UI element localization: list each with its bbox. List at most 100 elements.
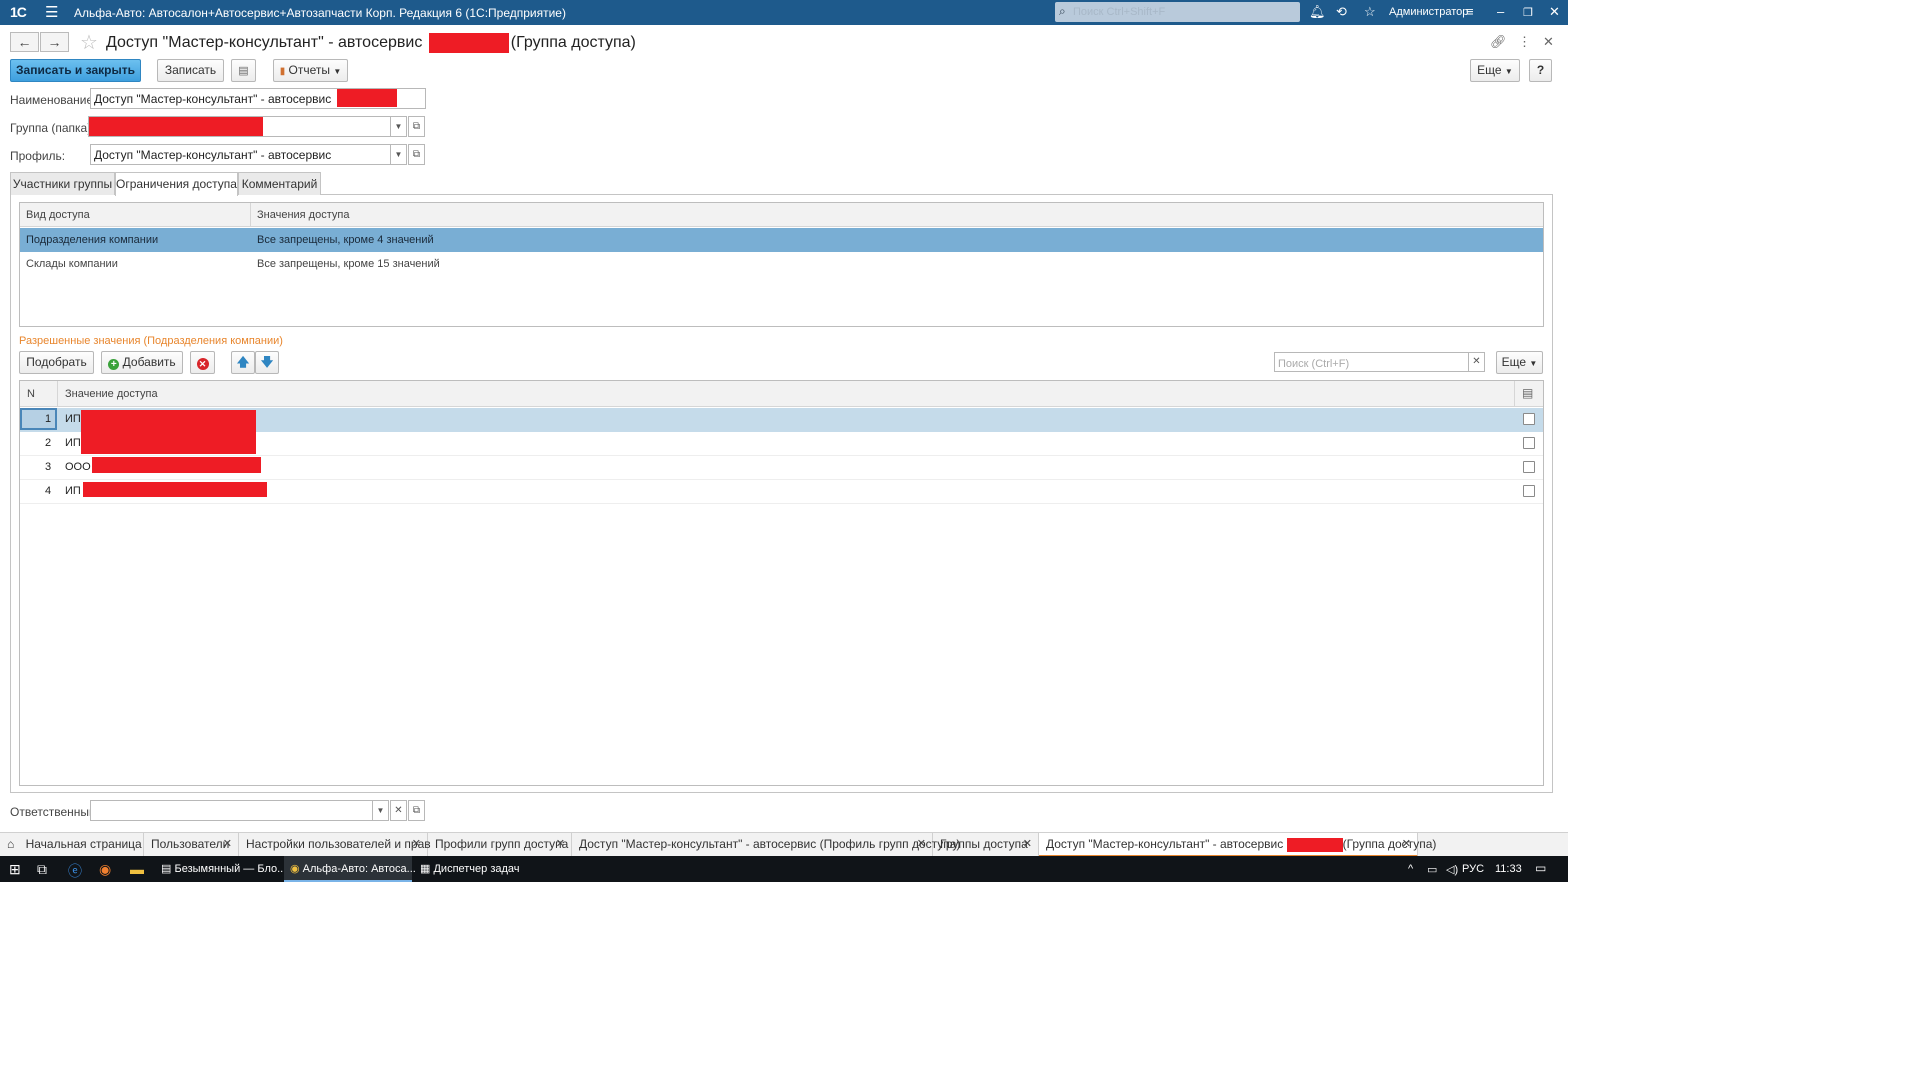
clear-search-button[interactable]: ✕	[1468, 352, 1485, 372]
profile-field[interactable]: Доступ "Мастер-консультант" - автосервис	[90, 144, 391, 165]
responsible-open-button[interactable]: ⧉	[408, 800, 425, 821]
open-tab-label: Группы доступа	[940, 837, 1028, 851]
profile-open-button[interactable]: ⧉	[408, 144, 425, 165]
link-icon[interactable]: 🔗︎	[1490, 34, 1507, 50]
row-number-cell-focused	[20, 408, 57, 430]
table-row[interactable]: Склады компании Все запрещены, кроме 15 …	[20, 252, 1543, 276]
table-header: Вид доступа Значения доступа	[20, 203, 1543, 227]
delete-icon: ✕	[196, 358, 209, 370]
group-open-button[interactable]: ⧉	[408, 116, 425, 137]
row-checkbox[interactable]	[1523, 485, 1535, 497]
open-tab-users[interactable]: Пользователи ✕	[144, 833, 239, 857]
main-menu-icon[interactable]: ☰	[45, 3, 58, 21]
network-icon[interactable]: ▭	[1427, 863, 1437, 876]
column-header-n[interactable]: N	[27, 388, 35, 400]
taskbar-app-label: Безымянный — Бло...	[174, 863, 287, 875]
chevron-down-icon: ▼	[1529, 359, 1538, 368]
tab-access-restrictions[interactable]: Ограничения доступа	[115, 172, 238, 196]
global-search-input[interactable]: ⌕ Поиск Ctrl+Shift+F	[1055, 2, 1300, 22]
responsible-dropdown-button[interactable]: ▼	[372, 800, 389, 821]
close-window-icon[interactable]: ✕	[1549, 4, 1560, 20]
windows-start-icon[interactable]: ⊞	[9, 861, 21, 878]
bell-icon[interactable]: 🔔︎	[1309, 4, 1326, 20]
group-dropdown-button[interactable]: ▼	[390, 116, 407, 137]
column-header-access-value[interactable]: Значение доступа	[65, 388, 158, 400]
close-tab-icon[interactable]: ✕	[223, 833, 232, 856]
close-tab-icon[interactable]: ✕	[1023, 833, 1032, 856]
restore-icon[interactable]: ❐	[1523, 6, 1533, 19]
forward-button[interactable]: →	[40, 32, 69, 52]
search-icon: ⌕	[1059, 4, 1066, 18]
delete-button[interactable]: ✕	[190, 351, 215, 374]
tab-comment[interactable]: Комментарий	[238, 172, 321, 195]
save-and-close-button[interactable]: Записать и закрыть	[10, 59, 141, 82]
table-row[interactable]: Подразделения компании Все запрещены, кр…	[20, 228, 1543, 252]
settings-menu-icon[interactable]: ≡	[1466, 4, 1474, 19]
language-indicator[interactable]: РУС	[1462, 856, 1484, 882]
column-header-access-kind[interactable]: Вид доступа	[26, 209, 90, 221]
taskbar-app-1c[interactable]: ◉ Альфа-Авто: Автоса...	[284, 856, 416, 882]
back-button[interactable]: ←	[10, 32, 39, 52]
favorite-star-icon[interactable]: ☆	[80, 30, 98, 55]
column-header-access-values[interactable]: Значения доступа	[257, 209, 349, 221]
clear-icon: ✕	[394, 805, 403, 816]
open-tab-home[interactable]: ⌂ Начальная страница	[0, 833, 144, 857]
open-tab-profile-master[interactable]: Доступ "Мастер-консультант" - автосервис…	[572, 833, 960, 857]
access-values-cell: Все запрещены, кроме 4 значений	[257, 234, 434, 246]
tray-chevron-up-icon[interactable]: ^	[1408, 863, 1413, 875]
help-button[interactable]: ?	[1529, 59, 1552, 82]
taskbar-app-task-manager[interactable]: ▦ Диспетчер задач	[414, 856, 542, 882]
row-checkbox[interactable]	[1523, 413, 1535, 425]
clock[interactable]: 11:33	[1495, 856, 1522, 882]
tab-group-members[interactable]: Участники группы	[10, 172, 115, 195]
close-tab-icon[interactable]: ✕	[917, 833, 926, 856]
star-icon[interactable]: ☆	[1364, 4, 1376, 20]
explorer-folder-icon[interactable]: ▬	[130, 861, 144, 877]
access-kind-cell: Подразделения компании	[26, 234, 159, 246]
page-title-prefix: Доступ "Мастер-консультант" - автосервис	[106, 34, 423, 52]
allowed-more-button[interactable]: Еще ▼	[1496, 351, 1543, 374]
open-tab-access-profiles[interactable]: Профили групп доступа ✕	[428, 833, 572, 857]
notifications-icon[interactable]: ▭	[1535, 861, 1546, 875]
name-field[interactable]: Доступ "Мастер-консультант" - автосервис	[90, 88, 426, 109]
move-down-button[interactable]: 🡇	[255, 351, 279, 374]
global-search-placeholder: Поиск Ctrl+Shift+F	[1073, 6, 1166, 18]
save-button[interactable]: Записать	[157, 59, 224, 82]
row-checkbox[interactable]	[1523, 461, 1535, 473]
redaction	[89, 117, 263, 136]
redaction	[81, 410, 256, 454]
column-settings-icon[interactable]: ▤	[1522, 386, 1533, 400]
open-tab-label: Профили групп доступа	[435, 837, 569, 851]
minimize-icon[interactable]: –	[1497, 4, 1504, 19]
open-tab-user-settings[interactable]: Настройки пользователей и прав ✕	[239, 833, 431, 857]
firefox-icon[interactable]: ◉	[99, 861, 111, 878]
more-button[interactable]: Еще ▼	[1470, 59, 1520, 82]
history-icon[interactable]: ⟲	[1336, 4, 1347, 20]
profile-value: Доступ "Мастер-консультант" - автосервис	[94, 148, 332, 162]
responsible-clear-button[interactable]: ✕	[390, 800, 407, 821]
row-checkbox[interactable]	[1523, 437, 1535, 449]
reports-button[interactable]: ▮ Отчеты ▼	[273, 59, 348, 82]
user-name[interactable]: Администратор	[1389, 6, 1468, 18]
allowed-search-input[interactable]: Поиск (Ctrl+F)	[1274, 352, 1469, 372]
add-button[interactable]: + Добавить	[101, 351, 183, 374]
profile-dropdown-button[interactable]: ▼	[390, 144, 407, 165]
close-tab-icon[interactable]: ✕	[1402, 833, 1411, 856]
more-vertical-icon[interactable]: ⋮	[1518, 34, 1531, 50]
move-up-button[interactable]: 🡅	[231, 351, 255, 374]
open-tab-access-groups[interactable]: Группы доступа ✕	[933, 833, 1039, 857]
task-view-icon[interactable]: ⧉	[37, 861, 47, 878]
volume-icon[interactable]: ◁)	[1446, 863, 1458, 876]
open-tab-label: Доступ "Мастер-консультант" - автосервис…	[579, 837, 961, 851]
taskbar-app-notepad[interactable]: ▤ Безымянный — Бло...	[155, 856, 287, 882]
close-tab-icon[interactable]: ✕	[412, 833, 421, 856]
row-number: 4	[45, 485, 52, 497]
close-form-icon[interactable]: ✕	[1543, 34, 1554, 50]
pick-button[interactable]: Подобрать	[19, 351, 94, 374]
close-tab-icon[interactable]: ✕	[556, 833, 565, 856]
responsible-field[interactable]	[90, 800, 373, 821]
edge-browser-icon[interactable]: ⓔ	[68, 861, 82, 881]
open-tab-current-group[interactable]: Доступ "Мастер-консультант" - автосервис…	[1039, 833, 1436, 857]
print-button[interactable]: ▤	[231, 59, 256, 82]
group-field[interactable]	[88, 116, 391, 137]
